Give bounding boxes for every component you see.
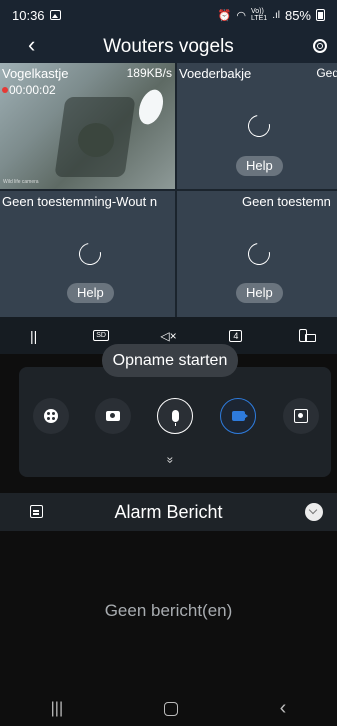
camera-tile-vogelkastje[interactable]: Vogelkastje 189KB/s 00:00:02 Wild life c… [0, 63, 175, 189]
network-label: Vo)) LTE1 [251, 8, 267, 22]
signal-icon: .ıl [272, 9, 280, 21]
talk-button[interactable] [157, 398, 193, 434]
calendar-icon[interactable] [30, 505, 43, 518]
collapse-chevron-icon[interactable] [305, 503, 323, 521]
screenshot-icon [294, 409, 308, 423]
camera-grid: Vogelkastje 189KB/s 00:00:02 Wild life c… [0, 63, 337, 317]
wifi-icon: ◠ [236, 9, 246, 22]
settings-icon[interactable] [313, 39, 327, 53]
status-icons: ⏰ ◠ Vo)) LTE1 .ıl 85% [218, 8, 325, 23]
app-header: ‹ Wouters vogels [0, 30, 337, 63]
ptz-button[interactable] [33, 398, 69, 434]
pause-icon[interactable]: || [20, 324, 48, 348]
camera-tile-geen-toestemming-2[interactable]: Geen toestemn Help [177, 191, 337, 317]
network-label-bottom: LTE1 [250, 15, 268, 22]
alarm-empty-state: Geen bericht(en) [0, 531, 337, 691]
camera-name: Vogelkastje [2, 66, 69, 81]
loading-spinner-icon [243, 110, 275, 142]
network-label-top: Vo)) [250, 8, 264, 15]
rotate-screen-icon[interactable] [289, 324, 317, 348]
help-button[interactable]: Help [67, 283, 114, 303]
page-title: Wouters vogels [103, 35, 234, 57]
feed-entrance-hole [134, 86, 168, 128]
status-time-group: 10:36 [12, 8, 61, 23]
home-icon[interactable] [164, 701, 179, 716]
status-time: 10:36 [12, 7, 45, 23]
split-count-icon: 4 [229, 329, 243, 342]
record-video-icon [231, 411, 248, 421]
system-navbar: ||| ‹ [0, 691, 337, 726]
loading-spinner-icon [243, 238, 275, 270]
recording-time: 00:00:02 [9, 83, 56, 97]
snapshot-button[interactable] [95, 398, 131, 434]
sd-icon: SD [93, 330, 109, 341]
help-button[interactable]: Help [236, 283, 283, 303]
alarm-title: Alarm Bericht [114, 501, 223, 522]
feed-watermark: Wild life camera [3, 179, 39, 185]
recents-icon[interactable]: ||| [51, 700, 63, 718]
help-button[interactable]: Help [236, 156, 283, 176]
camera-name: Geen toestemn [242, 194, 331, 209]
action-panel: » [19, 367, 331, 477]
alarm-icon: ⏰ [217, 9, 232, 22]
status-bar: 10:36 ⏰ ◠ Vo)) LTE1 .ıl 85% [0, 0, 337, 30]
screenshot-button[interactable] [283, 398, 319, 434]
recording-dot-icon [2, 87, 8, 93]
empty-message: Geen bericht(en) [104, 601, 233, 620]
camera-tile-voederbakje[interactable]: Voederbakje Ged Help [177, 63, 337, 189]
alarm-header: Alarm Bericht [0, 493, 337, 531]
camera-bitrate: 189KB/s [126, 66, 172, 80]
snapshot-camera-icon [106, 411, 120, 421]
gallery-notification-icon [49, 10, 61, 20]
back-icon[interactable]: ‹ [28, 32, 35, 58]
camera-tile-geen-toestemming-1[interactable]: Geen toestemming-Wout n Help [0, 191, 175, 317]
battery-level: 85% [284, 7, 311, 23]
ptz-icon [44, 409, 58, 423]
recording-indicator: 00:00:02 [2, 83, 56, 97]
feed-nest [78, 123, 114, 157]
rotate-phone-shape [299, 329, 317, 342]
record-tooltip: Opname starten [102, 344, 238, 377]
microphone-icon [171, 410, 179, 426]
camera-name: Voederbakje [179, 66, 252, 81]
expand-chevron-icon[interactable]: » [163, 457, 177, 464]
camera-name: Geen toestemming-Wout n [2, 194, 158, 209]
quality-sd-button[interactable]: SD [87, 324, 115, 348]
nav-back-icon[interactable]: ‹ [280, 697, 287, 720]
loading-spinner-icon [74, 238, 106, 270]
battery-icon [316, 9, 325, 21]
camera-name-overflow: Ged [316, 66, 337, 80]
record-button[interactable] [220, 398, 256, 434]
